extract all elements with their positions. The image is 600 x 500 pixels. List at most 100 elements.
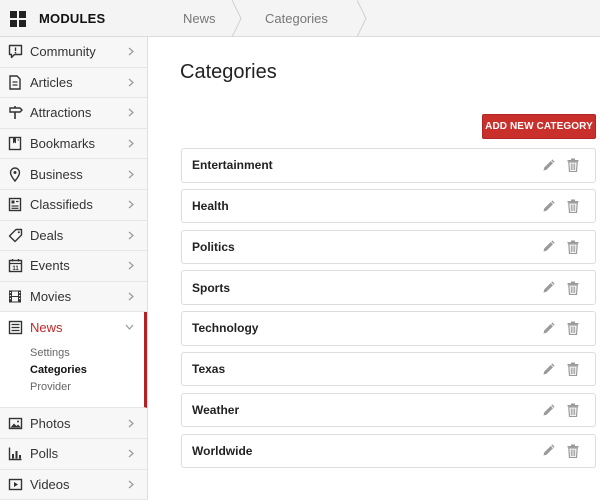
sidebar-item-events[interactable]: 11 Events	[0, 251, 147, 282]
sidebar-item-label: News	[30, 319, 63, 335]
chevron-right-icon	[128, 78, 138, 87]
sidebar-item-attractions[interactable]: Attractions	[0, 98, 147, 129]
chevron-down-icon	[125, 324, 135, 331]
category-name: Health	[192, 199, 229, 214]
bar-chart-icon	[7, 446, 23, 462]
film-icon	[7, 289, 23, 305]
trash-icon[interactable]	[565, 198, 581, 214]
sidebar-item-business[interactable]: Business	[0, 159, 147, 190]
category-name: Technology	[192, 321, 259, 336]
breadcrumb-news-label: News	[183, 11, 216, 26]
trash-icon[interactable]	[565, 280, 581, 296]
sidebar-item-label: Classifieds	[30, 197, 93, 213]
trash-icon[interactable]	[565, 402, 581, 418]
signpost-icon	[7, 105, 23, 121]
category-row: Worldwide	[181, 433, 596, 469]
category-row: Politics	[181, 229, 596, 265]
trash-icon[interactable]	[565, 361, 581, 377]
pencil-icon[interactable]	[540, 157, 556, 173]
category-name: Politics	[192, 239, 235, 254]
sidebar: Community Articles Attractions Bookmarks…	[0, 37, 148, 500]
modules-menu[interactable]: MODULES	[0, 0, 148, 37]
sidebar-item-label: Movies	[30, 289, 72, 305]
breadcrumb-categories-label: Categories	[265, 11, 328, 26]
sidebar-item-news-header[interactable]: News	[0, 312, 144, 342]
sidebar-item-label: Attractions	[30, 105, 92, 121]
news-submenu: Settings Categories Provider	[0, 342, 144, 396]
sidebar-item-videos[interactable]: Videos	[0, 470, 147, 500]
chevron-right-icon	[128, 200, 138, 209]
chevron-right-icon	[128, 170, 138, 179]
map-pin-icon	[7, 166, 23, 182]
sidebar-item-deals[interactable]: Deals	[0, 221, 147, 252]
sidebar-item-community[interactable]: Community	[0, 37, 147, 68]
main-content: Categories ADD NEW CATEGORY Entertainmen…	[148, 37, 600, 500]
trash-icon[interactable]	[565, 239, 581, 255]
modules-label: MODULES	[39, 11, 106, 26]
category-row: Texas	[181, 351, 596, 387]
category-name: Weather	[192, 403, 240, 418]
category-list: Entertainment Health Politics Sports Tec…	[181, 148, 596, 474]
pencil-icon[interactable]	[540, 443, 556, 459]
sidebar-item-label: Business	[30, 166, 83, 182]
trash-icon[interactable]	[565, 157, 581, 173]
chevron-right-icon	[128, 449, 138, 458]
breadcrumb: News Categories	[148, 0, 367, 37]
sidebar-item-label: Articles	[30, 74, 73, 90]
chevron-right-icon	[128, 231, 138, 240]
category-row: Weather	[181, 392, 596, 428]
newspaper-icon	[7, 319, 23, 335]
sidebar-item-bookmarks[interactable]: Bookmarks	[0, 129, 147, 160]
pencil-icon[interactable]	[540, 280, 556, 296]
sidebar-item-label: Videos	[30, 476, 70, 492]
category-row: Health	[181, 188, 596, 224]
sidebar-item-news: News Settings Categories Provider	[0, 312, 147, 409]
pencil-icon[interactable]	[540, 239, 556, 255]
image-icon	[7, 415, 23, 431]
grid-icon	[10, 10, 26, 27]
add-new-category-button[interactable]: ADD NEW CATEGORY	[482, 114, 596, 139]
sidebar-item-classifieds[interactable]: Classifieds	[0, 190, 147, 221]
category-name: Sports	[192, 280, 231, 295]
breadcrumb-news[interactable]: News	[148, 0, 242, 37]
category-row: Sports	[181, 270, 596, 305]
trash-icon[interactable]	[565, 443, 581, 459]
chevron-right-icon	[128, 139, 138, 148]
tag-icon	[7, 227, 23, 243]
video-icon	[7, 476, 23, 492]
chevron-right-icon	[128, 261, 138, 270]
submenu-item-settings[interactable]: Settings	[30, 345, 144, 362]
top-bar: MODULES News Categories	[0, 0, 600, 37]
chevron-right-icon	[128, 108, 138, 117]
submenu-item-provider[interactable]: Provider	[30, 379, 144, 396]
sidebar-item-movies[interactable]: Movies	[0, 282, 147, 313]
pencil-icon[interactable]	[540, 361, 556, 377]
calendar-icon: 11	[7, 258, 23, 274]
sidebar-item-label: Deals	[30, 227, 64, 243]
category-name: Texas	[192, 362, 226, 377]
chevron-right-icon	[128, 480, 138, 489]
sidebar-item-label: Events	[30, 258, 70, 274]
sidebar-item-articles[interactable]: Articles	[0, 68, 147, 99]
pencil-icon[interactable]	[540, 198, 556, 214]
sidebar-item-photos[interactable]: Photos	[0, 408, 147, 439]
classifieds-icon	[7, 197, 23, 213]
submenu-item-categories[interactable]: Categories	[30, 362, 144, 379]
chevron-right-icon	[128, 292, 138, 301]
bookmark-icon	[7, 136, 23, 152]
category-row: Entertainment	[181, 148, 596, 183]
category-name: Entertainment	[192, 158, 273, 173]
pencil-icon[interactable]	[540, 402, 556, 418]
document-icon	[7, 74, 23, 90]
breadcrumb-categories[interactable]: Categories	[233, 0, 367, 37]
chevron-right-icon	[128, 419, 138, 428]
category-name: Worldwide	[192, 443, 253, 458]
sidebar-item-polls[interactable]: Polls	[0, 439, 147, 470]
trash-icon[interactable]	[565, 320, 581, 336]
pencil-icon[interactable]	[540, 320, 556, 336]
calendar-number: 11	[12, 266, 19, 272]
page-title: Categories	[180, 61, 277, 83]
sidebar-item-label: Community	[30, 44, 96, 60]
breadcrumb-separator-icon	[357, 0, 367, 37]
category-row: Technology	[181, 311, 596, 346]
